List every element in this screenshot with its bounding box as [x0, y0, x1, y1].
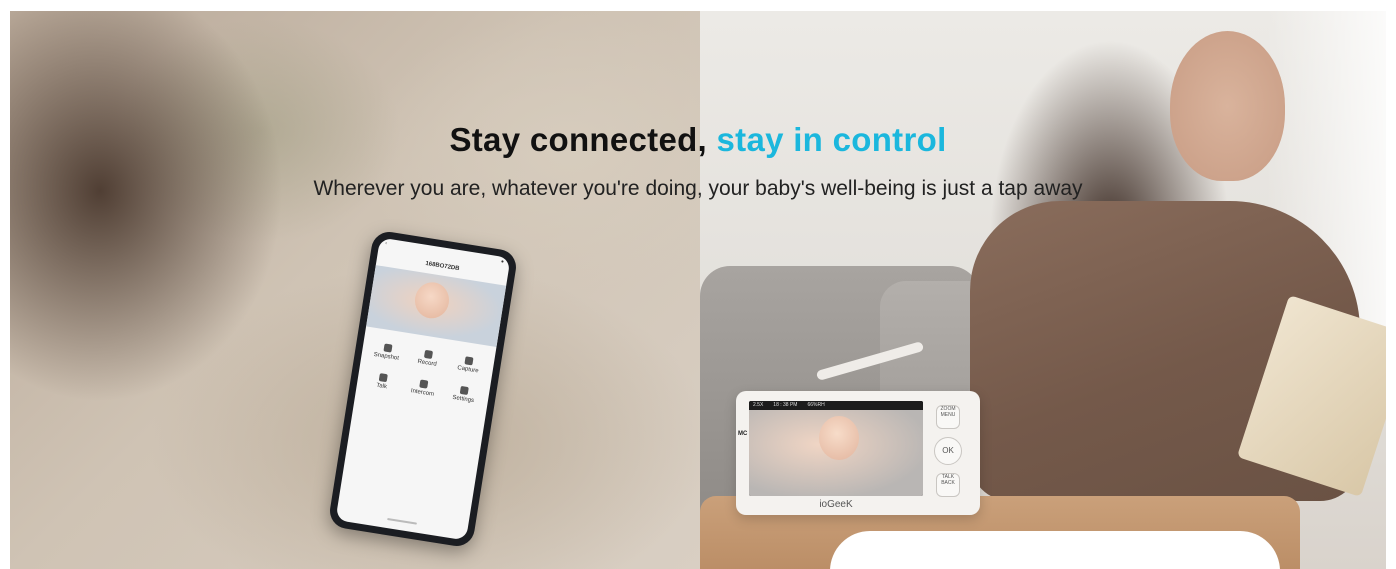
phone-grid-item: Capture [449, 354, 488, 376]
monitor-talk-button: TALK BACK [936, 473, 960, 497]
phone-grid-item: Settings [444, 384, 483, 406]
baby-image [819, 416, 859, 460]
left-photo-panel: ‹ ● 168BO72DB Snapshot Record Capture Tal… [10, 11, 700, 569]
monitor-zoom-button: ZOOM MENU [936, 405, 960, 429]
headline-text: Stay connected, [449, 121, 708, 158]
monitor-screen: 2.5X 18 : 38 PM 66%RH [749, 401, 923, 496]
monitor-ok-button: OK [934, 437, 962, 465]
headline-accent-text: stay in control [716, 121, 947, 158]
monitor-side-label: MC [738, 431, 748, 437]
phone-screen: ‹ ● 168BO72DB Snapshot Record Capture Tal… [335, 237, 511, 541]
microphone-icon [378, 373, 388, 383]
baby-image [412, 279, 452, 321]
monitor-video [749, 410, 923, 496]
capture-icon [464, 356, 474, 366]
monitor-brand-logo: ioGeeK [819, 499, 853, 510]
intercom-icon [419, 379, 429, 389]
phone-grid-item: Talk [363, 371, 402, 393]
smartphone-image: ‹ ● 168BO72DB Snapshot Record Capture Tal… [327, 229, 519, 549]
banner-headline: Stay connected, stay in control [10, 121, 1386, 159]
monitor-status-bar: 2.5X 18 : 38 PM 66%RH [749, 401, 923, 410]
phone-grid-item: Snapshot [367, 341, 406, 363]
record-icon [423, 349, 434, 360]
phone-grid-item: Intercom [403, 377, 442, 399]
phone-grid-item: Record [408, 348, 447, 370]
side-table-inner [830, 531, 1280, 569]
banner-subtitle: Wherever you are, whatever you're doing,… [313, 177, 1083, 200]
hero-banner: ‹ ● 168BO72DB Snapshot Record Capture Tal… [10, 11, 1386, 569]
home-indicator [387, 518, 418, 525]
camera-icon [383, 343, 393, 353]
settings-icon [460, 385, 470, 396]
baby-monitor-image: MC 2.5X 18 : 38 PM 66%RH ioGeeK ZOOM MEN… [736, 391, 980, 515]
